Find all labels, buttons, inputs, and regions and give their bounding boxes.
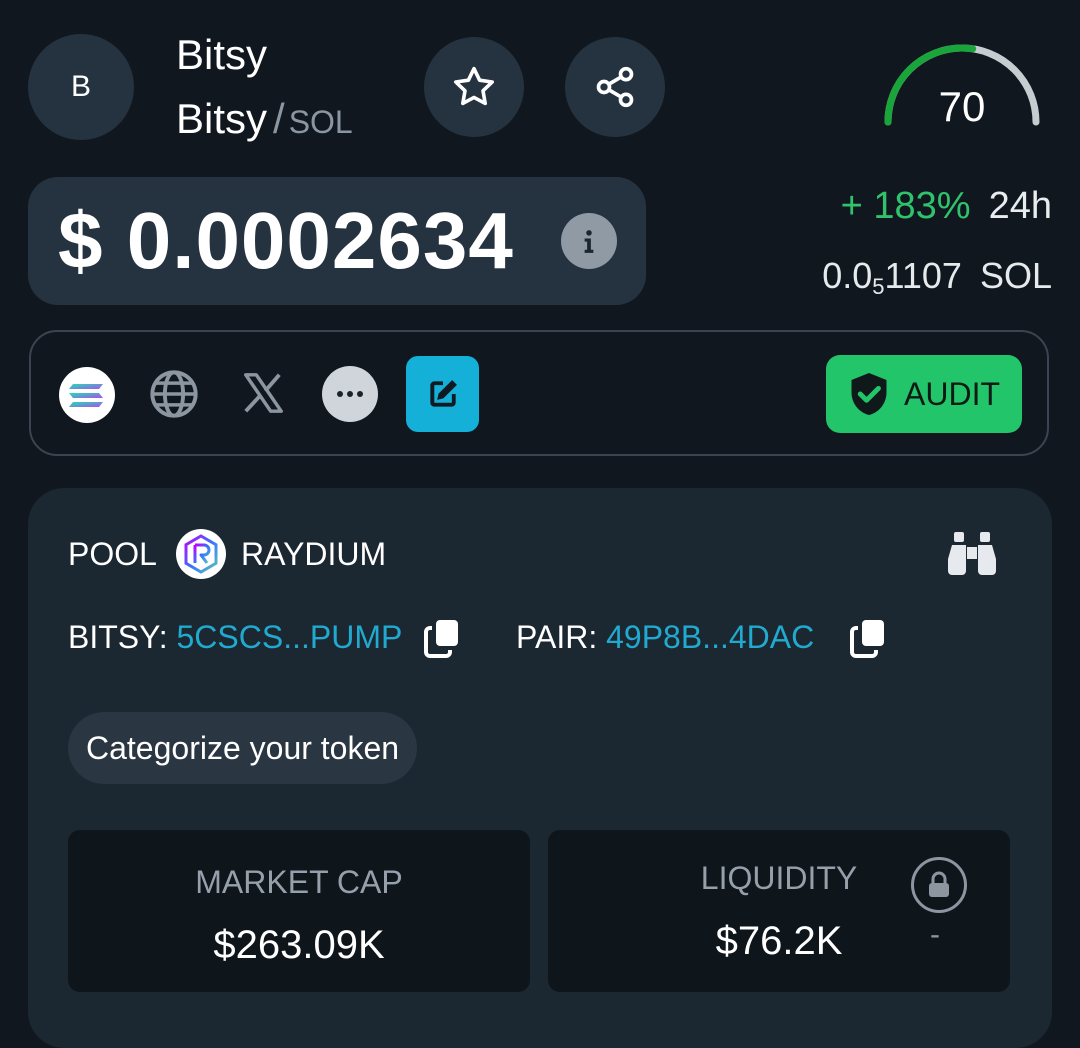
share-button[interactable] xyxy=(565,37,665,137)
token-pair-line: Bitsy / SOL xyxy=(176,94,353,147)
avatar-letter: B xyxy=(70,70,91,103)
liquidity-value: $76.2K xyxy=(715,919,843,963)
categorize-token-button[interactable]: Categorize your token xyxy=(68,712,418,784)
favorite-button[interactable] xyxy=(424,37,524,137)
more-links-icon[interactable] xyxy=(322,366,378,422)
shield-check-icon xyxy=(851,373,887,415)
sol-price-lead: 0.0 xyxy=(822,255,873,296)
copy-token-address-icon[interactable] xyxy=(424,618,460,658)
token-avatar: B xyxy=(28,34,134,140)
market-cap-value: $263.09K xyxy=(213,923,385,967)
star-icon xyxy=(454,66,494,106)
pair-separator: / xyxy=(273,95,285,142)
share-icon xyxy=(596,66,634,108)
info-icon[interactable] xyxy=(561,213,617,269)
x-twitter-icon[interactable] xyxy=(238,368,288,418)
solana-icon[interactable] xyxy=(58,366,116,424)
edit-button[interactable] xyxy=(406,356,479,432)
change-percent: + 183% xyxy=(840,185,971,227)
market-cap-card: MARKET CAP $263.09K xyxy=(68,830,530,992)
usd-price: $ 0.0002634 xyxy=(58,196,514,285)
dex-name: RAYDIUM xyxy=(241,536,387,572)
market-cap-label: MARKET CAP xyxy=(195,864,403,900)
token-address-link[interactable]: 5CSCS...PUMP xyxy=(176,619,402,655)
sol-price: 0.051107 SOL xyxy=(822,252,1052,311)
lock-icon xyxy=(911,857,967,913)
price-change: + 183% 24h xyxy=(841,182,1052,230)
audit-button[interactable]: AUDIT xyxy=(826,355,1022,433)
info-glyph xyxy=(584,230,594,253)
pair-address-row: PAIR: 49P8B...4DAC xyxy=(516,615,814,659)
sol-price-zero-count: 5 xyxy=(872,274,885,299)
copy-pair-address-icon[interactable] xyxy=(850,618,886,658)
edit-icon xyxy=(429,380,457,407)
sol-price-unit: SOL xyxy=(979,255,1052,296)
token-symbol: Bitsy xyxy=(176,95,268,142)
pair-address-label: PAIR: xyxy=(516,619,598,655)
sol-price-digits: 1107 xyxy=(884,255,962,296)
binoculars-icon[interactable] xyxy=(944,528,1000,578)
score-value: 70 xyxy=(938,83,986,130)
change-period: 24h xyxy=(988,185,1052,227)
pair-address-link[interactable]: 49P8B...4DAC xyxy=(606,619,814,655)
globe-icon[interactable] xyxy=(148,368,200,420)
token-address-row: BITSY: 5CSCS...PUMP xyxy=(68,615,402,659)
quote-symbol: SOL xyxy=(288,104,353,140)
liquidity-locked-value: - xyxy=(930,918,940,951)
token-name: Bitsy xyxy=(176,31,268,78)
token-address-label: BITSY: xyxy=(68,619,168,655)
pool-label: POOL xyxy=(68,536,157,572)
audit-label: AUDIT xyxy=(904,375,1000,412)
raydium-logo-icon xyxy=(176,529,226,579)
